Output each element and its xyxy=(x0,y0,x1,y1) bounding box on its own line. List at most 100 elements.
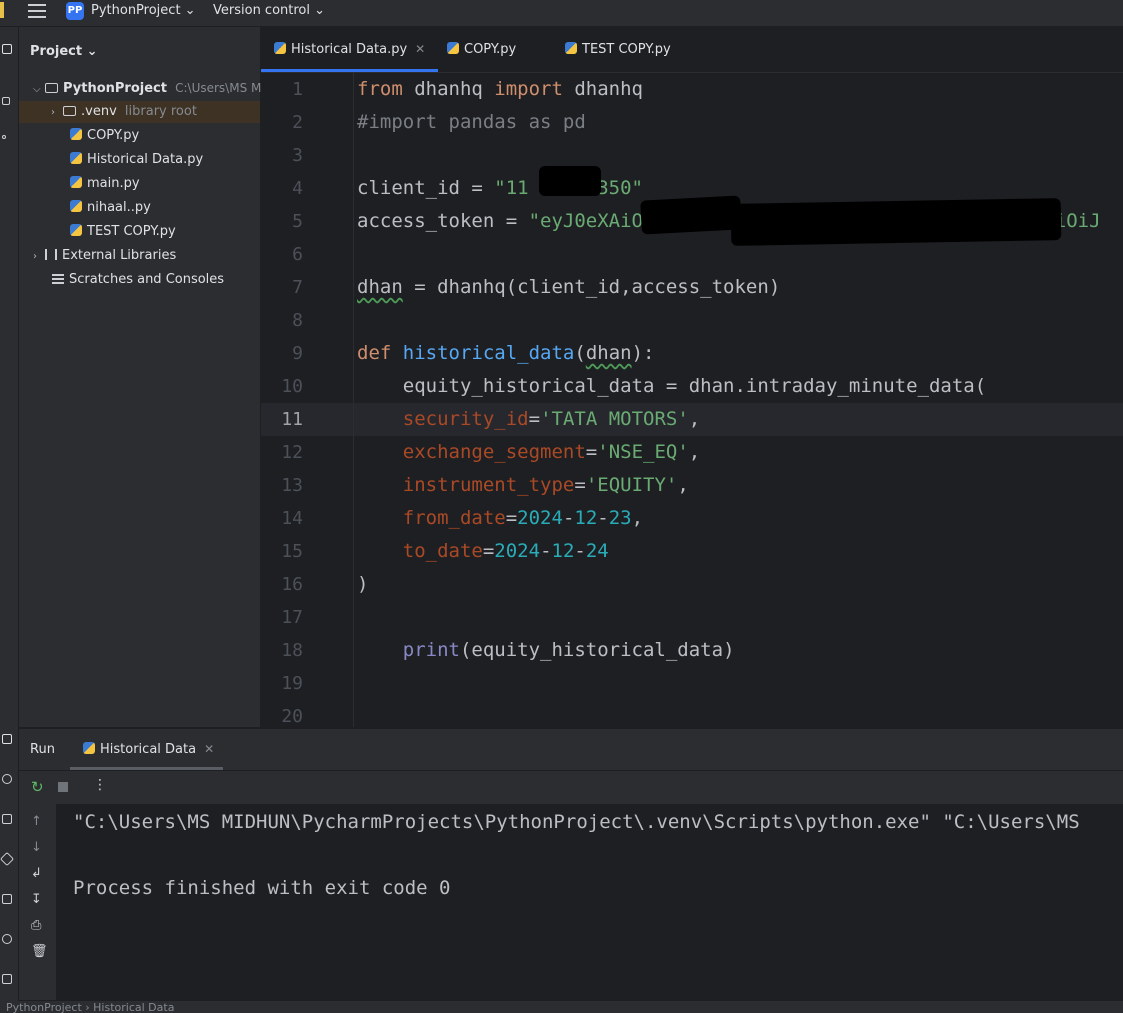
code-text: (equity_historical_data) xyxy=(459,639,735,661)
console-output[interactable]: "C:\Users\MS MIDHUN\PycharmProjects\Pyth… xyxy=(57,804,1123,1000)
soft-wrap-icon[interactable]: ↲ xyxy=(31,866,42,881)
tab-label: Historical Data.py xyxy=(291,42,408,57)
folder-icon xyxy=(45,83,58,93)
version-control-menu[interactable]: Version control ⌄ xyxy=(213,3,325,18)
string-literal: 'NSE_EQ' xyxy=(597,441,689,463)
run-tool-icon[interactable] xyxy=(2,734,12,744)
scratches-icon xyxy=(52,274,64,284)
tab-label: TEST COPY.py xyxy=(582,42,671,57)
line-number: 20 xyxy=(281,706,303,727)
terminal-icon[interactable] xyxy=(2,894,12,904)
code-text: ( xyxy=(574,342,586,364)
python-file-icon xyxy=(447,42,459,54)
number-literal: 2024 xyxy=(517,507,563,529)
line-number: 10 xyxy=(281,376,303,397)
git-icon[interactable] xyxy=(2,974,12,984)
python-file-icon xyxy=(70,176,82,188)
number-literal: 2024 xyxy=(494,540,541,562)
run-tool-window-header: Run Historical Data ✕ xyxy=(19,728,1123,770)
tree-file-historical-data[interactable]: Historical Data.py xyxy=(70,149,203,171)
tab-test-copy[interactable]: TEST COPY.py xyxy=(565,27,671,72)
more-options-icon[interactable]: ⋮ xyxy=(93,777,107,793)
line-number-current: 11 xyxy=(281,409,303,430)
tree-file-copy[interactable]: COPY.py xyxy=(70,125,139,147)
chevron-down-icon[interactable]: ⌵ xyxy=(33,79,45,101)
close-icon[interactable]: ✕ xyxy=(415,42,425,56)
status-breadcrumb[interactable]: PythonProject › Historical Data xyxy=(6,1001,174,1013)
code-line-12: exchange_segment='NSE_EQ', xyxy=(402,441,701,463)
library-icon xyxy=(45,249,57,260)
python-file-icon xyxy=(70,128,82,140)
keyword-argument: exchange_segment xyxy=(402,441,586,463)
main-menu-icon[interactable] xyxy=(28,4,46,18)
number-literal: 12 xyxy=(551,540,575,562)
code-editor[interactable]: 1 2 3 4 5 6 7 8 9 10 11 12 13 14 15 16 1… xyxy=(261,73,1123,727)
problems-icon[interactable] xyxy=(2,934,12,944)
line-number: 5 xyxy=(292,211,303,232)
line-number: 14 xyxy=(281,508,303,529)
tab-historical-data[interactable]: Historical Data.py ✕ xyxy=(261,27,439,72)
project-switcher[interactable]: PythonProject ⌄ xyxy=(91,3,196,18)
line-number: 1 xyxy=(292,79,303,100)
line-number: 19 xyxy=(281,673,303,694)
tab-label: COPY.py xyxy=(464,42,517,57)
line-number: 6 xyxy=(292,244,303,265)
file-name: Historical Data.py xyxy=(87,152,204,167)
number-literal: 23 xyxy=(608,507,632,529)
layers-icon[interactable] xyxy=(2,814,12,824)
code-line-2: #import pandas as pd xyxy=(357,111,586,133)
chevron-right-icon[interactable]: › xyxy=(51,102,63,124)
project-badge[interactable]: PP xyxy=(66,2,84,20)
console-exit-line: Process finished with exit code 0 xyxy=(73,877,451,899)
root-folder-name: PythonProject xyxy=(63,81,167,96)
title-bar: PP PythonProject ⌄ Version control ⌄ xyxy=(0,0,1123,27)
python-file-icon xyxy=(70,224,82,236)
tree-item-venv[interactable]: › .venv library root xyxy=(19,101,260,123)
tree-external-libraries[interactable]: › External Libraries xyxy=(33,245,176,267)
status-bar: PythonProject › Historical Data xyxy=(0,1001,1123,1013)
more-tools-icon[interactable] xyxy=(2,135,6,139)
chevron-right-icon[interactable]: › xyxy=(33,246,45,268)
close-icon[interactable]: ✕ xyxy=(204,742,214,756)
project-view-selector[interactable]: Project ⌄ xyxy=(30,44,97,59)
trash-icon[interactable]: 🗑 xyxy=(31,944,48,959)
redaction-mark xyxy=(539,166,601,196)
tree-file-nihaal[interactable]: nihaal..py xyxy=(70,197,151,219)
run-tab-label: Historical Data xyxy=(100,742,197,757)
structure-tool-icon[interactable] xyxy=(2,97,10,105)
left-tool-stripe xyxy=(0,27,19,1013)
services-icon[interactable] xyxy=(0,851,15,867)
arrow-up-icon[interactable]: ↑ xyxy=(31,814,42,829)
stop-icon[interactable] xyxy=(58,782,68,792)
console-command-line: "C:\Users\MS MIDHUN\PycharmProjects\Pyth… xyxy=(73,811,1080,833)
project-tool-icon[interactable] xyxy=(2,44,12,54)
line-number: 13 xyxy=(281,475,303,496)
tree-scratches[interactable]: Scratches and Consoles xyxy=(52,269,224,291)
line-number: 2 xyxy=(292,112,303,133)
line-number: 16 xyxy=(281,574,303,595)
scroll-to-end-icon[interactable]: ↧ xyxy=(31,892,42,907)
keyword-argument: to_date xyxy=(402,540,483,562)
code-line-13: instrument_type='EQUITY', xyxy=(402,474,689,496)
tab-copy[interactable]: COPY.py xyxy=(447,27,516,72)
tree-file-test-copy[interactable]: TEST COPY.py xyxy=(70,221,176,243)
code-text: access_token = xyxy=(357,210,529,232)
rerun-icon[interactable]: ↻ xyxy=(31,778,44,796)
code-line-10: equity_historical_data = dhan.intraday_m… xyxy=(357,375,987,397)
file-name: nihaal..py xyxy=(87,200,151,215)
code-text: dhan xyxy=(357,276,403,298)
builtin-function: print xyxy=(402,639,460,661)
tree-file-main[interactable]: main.py xyxy=(70,173,140,195)
python-file-icon xyxy=(274,42,286,54)
arrow-down-icon[interactable]: ↓ xyxy=(31,840,42,855)
run-tab-historical-data[interactable]: Historical Data ✕ xyxy=(83,742,214,757)
line-number: 17 xyxy=(281,607,303,628)
python-packages-icon[interactable] xyxy=(2,774,12,784)
keyword: def xyxy=(357,342,392,364)
line-number: 12 xyxy=(281,442,303,463)
tree-root-pythonproject[interactable]: ⌵ PythonProject C:\Users\MS M xyxy=(33,77,261,99)
print-icon[interactable]: ⎙ xyxy=(31,918,41,933)
code-text: ): xyxy=(631,342,655,364)
library-root-hint: library root xyxy=(124,104,197,119)
keyword-argument: security_id xyxy=(402,408,529,430)
